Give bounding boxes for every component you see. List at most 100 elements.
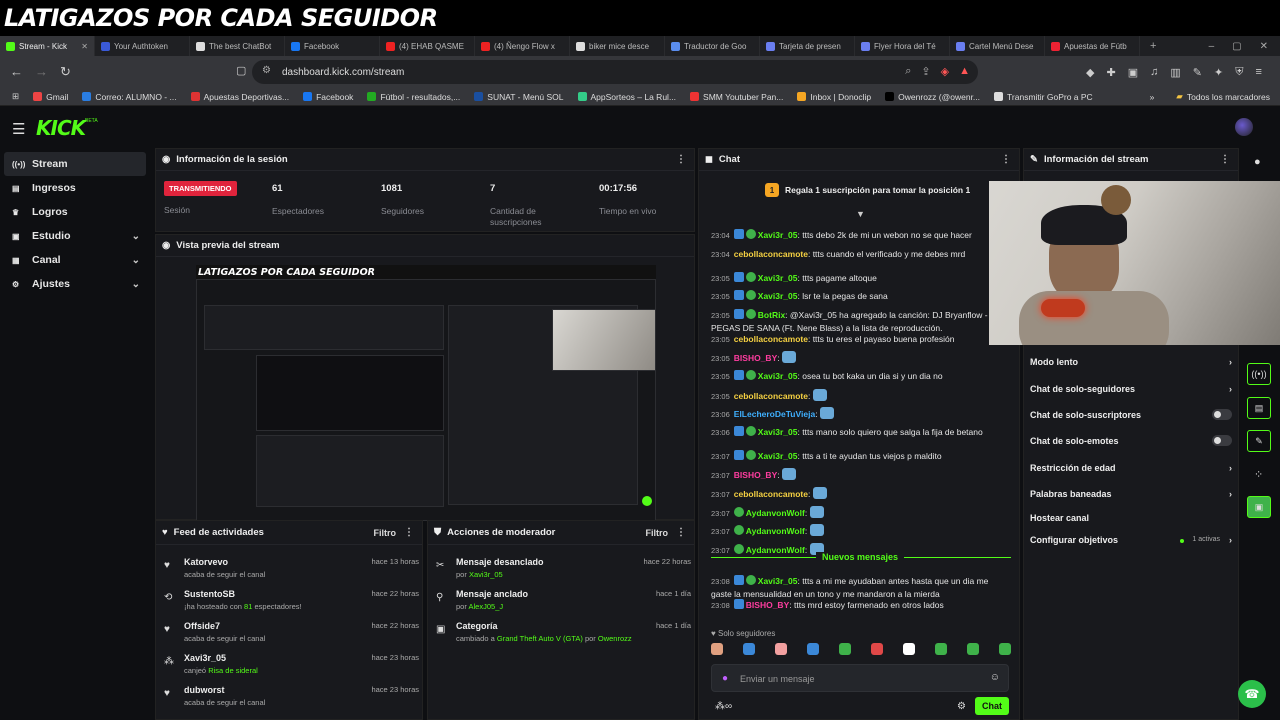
url-field[interactable]: ⚙ dashboard.kick.com/stream ⌕ ⇪ ◈ ▲	[252, 60, 978, 84]
browser-tab[interactable]: (4) Ñengo Flow x	[475, 36, 570, 56]
chat-message[interactable]: 23:05 Xavi3r_05: lsr te la pegas de sana	[711, 290, 1009, 303]
avatar[interactable]	[1235, 118, 1253, 136]
mod-by2[interactable]: Owenrozz	[598, 634, 632, 643]
emote-icon[interactable]	[711, 643, 723, 655]
sidebar-item-ajustes[interactable]: ⚙ Ajustes ⌄	[0, 272, 150, 296]
feed-username[interactable]: dubworst	[184, 685, 225, 695]
emote-icon[interactable]	[999, 643, 1011, 655]
apps-tool-icon[interactable]: ⁘	[1254, 468, 1263, 481]
chat-message[interactable]: 23:06 Xavi3r_05: ttts mano solo quiero qu…	[711, 425, 1009, 439]
puzzle-icon[interactable]: ✚	[1106, 66, 1115, 79]
rewards-icon[interactable]: ▲	[959, 65, 970, 78]
chat-input[interactable]: ● Enviar un mensaje ☺	[711, 664, 1009, 692]
chat-send-button[interactable]: Chat	[975, 697, 1009, 715]
chat-username[interactable]: AydanvonWolf	[746, 508, 805, 518]
all-bookmarks-button[interactable]: » ▰ Todos los marcadores	[1150, 91, 1280, 102]
mod-tool-icon[interactable]: ✎	[1247, 430, 1271, 452]
chevron-right-icon[interactable]: ›	[1229, 535, 1232, 545]
settings-ext-icon[interactable]: ✦	[1214, 66, 1223, 79]
emote-icon[interactable]	[743, 643, 755, 655]
extension-icon[interactable]: ◆	[1086, 66, 1094, 79]
browser-tab[interactable]: Facebook	[285, 36, 380, 56]
chat-message[interactable]: 23:07 Xavi3r_05: ttts a ti te ayudan tus …	[711, 449, 1009, 463]
feed-username[interactable]: SustentoSB	[184, 589, 235, 599]
maximize-icon[interactable]: ▢	[1232, 41, 1241, 52]
support-chat-icon[interactable]: ☎	[1238, 680, 1266, 708]
emote-icon[interactable]	[839, 643, 851, 655]
vpn-icon[interactable]: ⛨	[1235, 66, 1243, 79]
reload-icon[interactable]: ↻	[60, 64, 71, 80]
share-icon[interactable]: ⇪	[921, 65, 930, 78]
chat-message[interactable]: 23:07 AydanvonWolf:	[711, 524, 1009, 538]
screenshot-icon[interactable]: ▣	[1128, 66, 1138, 79]
feed-username[interactable]: Xavi3r_05	[184, 653, 226, 663]
stream-preview-video[interactable]: LATIGAZOS POR CADA SEGUIDOR	[196, 265, 656, 521]
browser-tab[interactable]: Flyer Hora del Té	[855, 36, 950, 56]
back-icon[interactable]: ←	[10, 64, 23, 80]
bookmark-item[interactable]: Transmitir GoPro a PC	[994, 92, 1093, 102]
chevron-down-icon[interactable]: ⌄	[132, 231, 140, 242]
bookmark-item[interactable]: Facebook	[303, 92, 353, 102]
chat-message[interactable]: 23:07 cebollaconcamote:	[711, 487, 1009, 501]
feed-item[interactable]: ♥ dubworst acaba de seguir el canal hace 23…	[164, 685, 419, 713]
browser-tab[interactable]: Traductor de Goo	[665, 36, 760, 56]
chat-settings-icon[interactable]: ⚙	[957, 701, 966, 712]
more-icon[interactable]: ⋮	[676, 154, 686, 165]
bookmark-item[interactable]: SMM Youtuber Pan...	[690, 92, 783, 102]
chat-username[interactable]: Xavi3r_05	[758, 451, 798, 461]
sidebar-toggle-icon[interactable]: ▥	[1170, 66, 1180, 79]
overflow-chevron-icon[interactable]: »	[1150, 92, 1155, 102]
browser-tab[interactable]: Your Authtoken	[95, 36, 190, 56]
feed-item[interactable]: ♥ Katorvevo acaba de seguir el canal hace 1…	[164, 557, 419, 585]
bot-tool-icon[interactable]: ▣	[1247, 496, 1271, 518]
sidebar-item-logros[interactable]: ♛ Logros	[0, 200, 150, 224]
bookmark-item[interactable]: Owenrozz (@owenr...	[885, 92, 980, 102]
chat-username[interactable]: Xavi3r_05	[758, 291, 798, 301]
setting-configurar-objetivos[interactable]: Configurar objetivos › 1 activas	[1030, 535, 1232, 549]
bookmark-item[interactable]: AppSorteos – La Rul...	[577, 92, 676, 102]
chat-username[interactable]: cebollaconcamote	[734, 334, 808, 344]
bookmark-item[interactable]: Correo: ALUMNO - ...	[82, 92, 177, 102]
mod-by[interactable]: Grand Theft Auto V (GTA)	[497, 634, 583, 643]
kick-logo[interactable]: KICK	[36, 116, 86, 140]
chat-message[interactable]: 23:07 BISHO_BY:	[711, 468, 1009, 482]
feed-item[interactable]: ⁂ Xavi3r_05 canjeó Risa de sideral hace 23 …	[164, 653, 419, 681]
mod-action-item[interactable]: ⚲ Mensaje anclado por AlexJ05_J hace 1 día	[436, 589, 691, 617]
mod-filter-button[interactable]: Filtro	[646, 528, 669, 538]
browser-tab[interactable]: Cartel Menú Dese	[950, 36, 1045, 56]
setting-hostear-canal[interactable]: Hostear canal	[1030, 513, 1232, 527]
browser-tab[interactable]: (4) EHAB QASME	[380, 36, 475, 56]
emote-icon[interactable]	[775, 643, 787, 655]
bookmark-star-icon[interactable]: ▢	[236, 64, 246, 77]
chat-message[interactable]: 23:05 BotRix: @Xavi3r_05 ha agregado la c…	[711, 308, 1009, 334]
chat-message[interactable]: 23:07 AydanvonWolf:	[711, 505, 1009, 520]
browser-tab[interactable]: Tarjeta de presen	[760, 36, 855, 56]
bookmark-item[interactable]: Gmail	[33, 92, 68, 102]
translate-icon[interactable]: ✎	[1193, 66, 1202, 79]
chevron-down-icon[interactable]: ⌄	[132, 255, 140, 266]
sidebar-item-ingresos[interactable]: ▤ Ingresos	[0, 176, 150, 200]
chevron-right-icon[interactable]: ›	[1229, 489, 1232, 499]
chat-message[interactable]: 23:05 cebollaconcamote: ttts tu eres el p…	[711, 333, 1009, 346]
chat-username[interactable]: BISHO_BY	[746, 600, 789, 610]
setting-chat-de-solo-seguidores[interactable]: Chat de solo-seguidores ›	[1030, 384, 1232, 398]
chat-username[interactable]: cebollaconcamote	[734, 249, 808, 259]
chat-username[interactable]: BotRix	[758, 310, 785, 320]
more-icon[interactable]: ⋮	[1220, 154, 1230, 165]
setting-palabras-baneadas[interactable]: Palabras baneadas ›	[1030, 489, 1232, 503]
infinity-icon[interactable]: ⁂∞	[715, 701, 732, 712]
chevron-right-icon[interactable]: ›	[1229, 463, 1232, 473]
emoji-icon[interactable]: ☺	[990, 672, 1000, 683]
toggle-switch[interactable]	[1212, 409, 1232, 420]
chat-username[interactable]: Xavi3r_05	[758, 230, 798, 240]
feed-item[interactable]: ♥ Offside7 acaba de seguir el canal hace 22…	[164, 621, 419, 649]
chat-username[interactable]: cebollaconcamote	[734, 391, 808, 401]
bookmark-item[interactable]: SUNAT - Menú SOL	[474, 92, 564, 102]
chat-message[interactable]: 23:05 Xavi3r_05: ttts pagame altoque	[711, 271, 1009, 285]
emote-icon[interactable]	[807, 643, 819, 655]
chat-username[interactable]: BISHO_BY	[734, 353, 777, 363]
emote-icon[interactable]	[871, 643, 883, 655]
chat-message[interactable]: 23:08 Xavi3r_05: ttts a mi me ayudaban an…	[711, 575, 1009, 600]
chevron-down-icon[interactable]: ⌄	[132, 279, 140, 290]
chat-username[interactable]: Xavi3r_05	[758, 576, 798, 586]
